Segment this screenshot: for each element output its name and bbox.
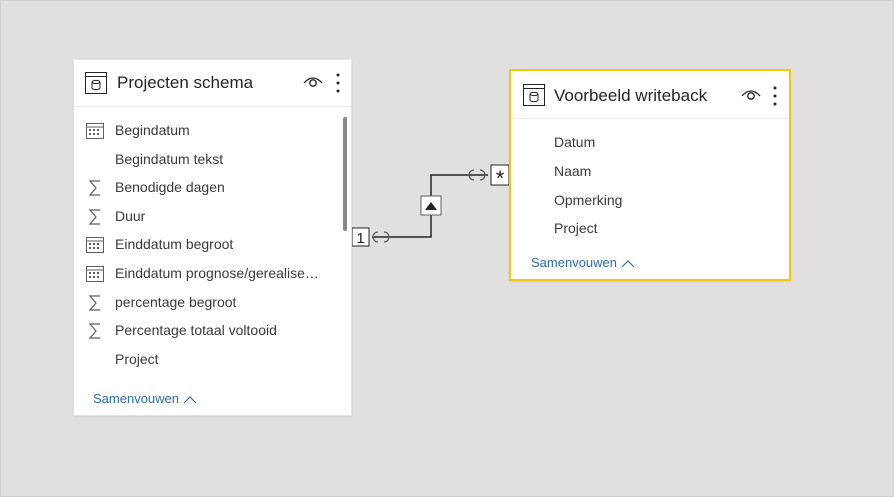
scrollbar[interactable] bbox=[343, 117, 347, 231]
field-label: Project bbox=[554, 220, 598, 236]
field-row[interactable]: Begindatum tekst bbox=[74, 146, 331, 174]
field-row[interactable]: Duur bbox=[74, 203, 331, 231]
calendar-icon bbox=[86, 266, 104, 282]
field-label: percentage begroot bbox=[115, 294, 237, 310]
field-row[interactable]: Percentage totaal voltooid bbox=[74, 317, 331, 345]
sigma-icon bbox=[88, 295, 100, 311]
field-label: Benodigde dagen bbox=[115, 179, 225, 195]
field-row[interactable]: Opmerking bbox=[511, 187, 769, 215]
collapse-label: Samenvouwen bbox=[93, 391, 179, 406]
calendar-icon bbox=[86, 237, 104, 253]
table-icon bbox=[523, 84, 545, 106]
sigma-icon bbox=[88, 209, 100, 225]
collapse-link[interactable]: Samenvouwen bbox=[93, 391, 197, 406]
field-label: Duur bbox=[115, 208, 146, 224]
eye-icon[interactable] bbox=[303, 75, 323, 89]
collapse-link[interactable]: Samenvouwen bbox=[531, 255, 635, 270]
field-row[interactable]: Project bbox=[511, 215, 769, 243]
field-row[interactable]: percentage begroot bbox=[74, 289, 331, 317]
table-icon bbox=[85, 72, 107, 94]
field-label: Opmerking bbox=[554, 192, 623, 208]
table-card-header[interactable]: Projecten schema bbox=[74, 60, 351, 107]
sigma-icon bbox=[88, 180, 100, 196]
field-label: Percentage totaal voltooid bbox=[115, 322, 277, 338]
table-card-header[interactable]: Voorbeeld writeback bbox=[511, 71, 789, 119]
field-row[interactable]: Benodigde dagen bbox=[74, 174, 331, 202]
table-card-voorbeeld-writeback[interactable]: Voorbeeld writeback Datum Naam Opmerking… bbox=[509, 69, 791, 281]
field-row[interactable]: Begindatum bbox=[74, 117, 331, 145]
chevron-up-icon bbox=[183, 396, 197, 404]
field-row[interactable]: Einddatum prognose/gerealise… bbox=[74, 260, 331, 288]
field-label: Project bbox=[115, 351, 159, 367]
more-options-icon[interactable] bbox=[772, 85, 778, 107]
field-row[interactable]: Naam bbox=[511, 158, 769, 186]
table-title: Voorbeeld writeback bbox=[554, 86, 708, 105]
table-card-projecten-schema[interactable]: Projecten schema Begindatum Begindatum t… bbox=[73, 59, 352, 416]
field-row[interactable]: Einddatum begroot bbox=[74, 231, 331, 259]
field-label: Begindatum bbox=[115, 122, 190, 138]
field-row[interactable]: Project bbox=[74, 346, 331, 374]
field-row[interactable]: Datum bbox=[511, 129, 769, 157]
field-label: Datum bbox=[554, 134, 596, 150]
field-label: Einddatum begroot bbox=[115, 236, 234, 252]
sigma-icon bbox=[88, 323, 100, 339]
table-title: Projecten schema bbox=[117, 73, 254, 92]
field-label: Naam bbox=[554, 163, 592, 179]
collapse-label: Samenvouwen bbox=[531, 255, 617, 270]
more-options-icon[interactable] bbox=[335, 72, 341, 94]
field-label: Begindatum tekst bbox=[115, 151, 224, 167]
chevron-up-icon bbox=[621, 260, 635, 268]
eye-icon[interactable] bbox=[741, 88, 761, 102]
field-label: Einddatum prognose/gerealise… bbox=[115, 265, 319, 281]
calendar-icon bbox=[86, 123, 104, 139]
